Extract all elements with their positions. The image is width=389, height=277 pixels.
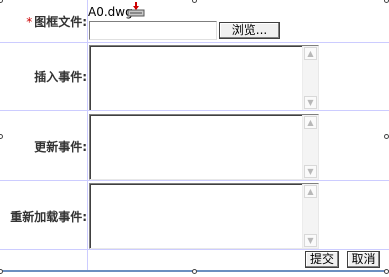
chevron-down-icon[interactable]: ▼ (304, 96, 317, 109)
cancel-button[interactable]: 取消 (347, 251, 380, 268)
current-file-link[interactable]: A0.dwg (88, 5, 133, 19)
chevron-up-icon[interactable]: ▲ (304, 47, 317, 60)
row-divider (0, 180, 389, 181)
reload-event-textarea[interactable]: ▲ ▼ (89, 183, 319, 249)
insert-event-textarea[interactable]: ▲ ▼ (89, 45, 319, 111)
reload-scrollbar[interactable]: ▲ ▼ (302, 184, 318, 248)
file-path-input[interactable] (89, 21, 217, 40)
resize-handle[interactable] (0, 269, 3, 274)
submit-button[interactable]: 提交 (305, 251, 339, 268)
chevron-up-icon[interactable]: ▲ (304, 116, 317, 129)
row-divider (0, 42, 389, 43)
row-divider (0, 110, 389, 111)
file-label-cell: * 图框文件: (0, 13, 87, 30)
required-mark: * (26, 15, 33, 29)
update-event-textarea[interactable]: ▲ ▼ (89, 114, 319, 180)
resize-handle[interactable] (384, 0, 389, 3)
resize-handle[interactable] (384, 269, 389, 274)
update-label: 更新事件: (0, 138, 87, 155)
update-scrollbar[interactable]: ▲ ▼ (302, 115, 318, 179)
event-config-form: * 图框文件: A0.dwg 浏览... 插入事件: ▲ ▼ 更新事件: ▲ ▼ … (0, 0, 389, 277)
chevron-down-icon[interactable]: ▼ (304, 165, 317, 178)
chevron-down-icon[interactable]: ▼ (304, 234, 317, 247)
file-label: 图框文件: (34, 15, 87, 29)
chevron-up-icon[interactable]: ▲ (304, 185, 317, 198)
resize-handle[interactable] (384, 134, 389, 139)
row-divider (0, 249, 389, 250)
resize-handle[interactable] (192, 269, 197, 274)
insert-scrollbar[interactable]: ▲ ▼ (302, 46, 318, 110)
reload-label: 重新加载事件: (0, 208, 87, 225)
resize-handle[interactable] (192, 0, 197, 3)
resize-handle[interactable] (0, 0, 3, 3)
insert-label: 插入事件: (0, 68, 87, 85)
download-icon[interactable] (127, 1, 145, 17)
column-divider (87, 0, 88, 270)
browse-button[interactable]: 浏览... (219, 22, 280, 39)
